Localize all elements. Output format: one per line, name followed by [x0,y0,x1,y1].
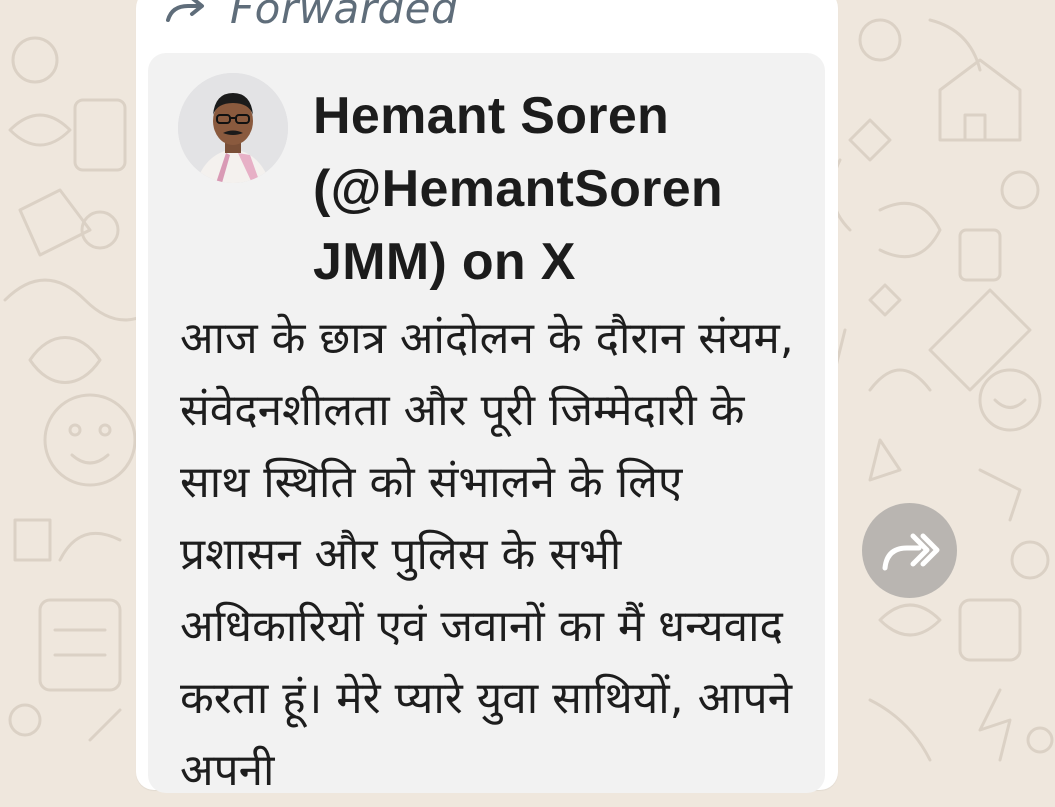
share-forward-icon [882,533,939,570]
link-preview-title: Hemant Soren (@HemantSorenJMM) on X [313,87,723,291]
forwarded-label: Forwarded [230,0,459,33]
profile-avatar [178,73,288,183]
share-button[interactable] [862,503,957,598]
link-preview-description: आज के छात्र आंदोलन के दौरान संयम, संवेदन… [180,313,794,796]
forward-arrow-icon [166,0,204,22]
forwarded-indicator: Forwarded [162,0,458,38]
